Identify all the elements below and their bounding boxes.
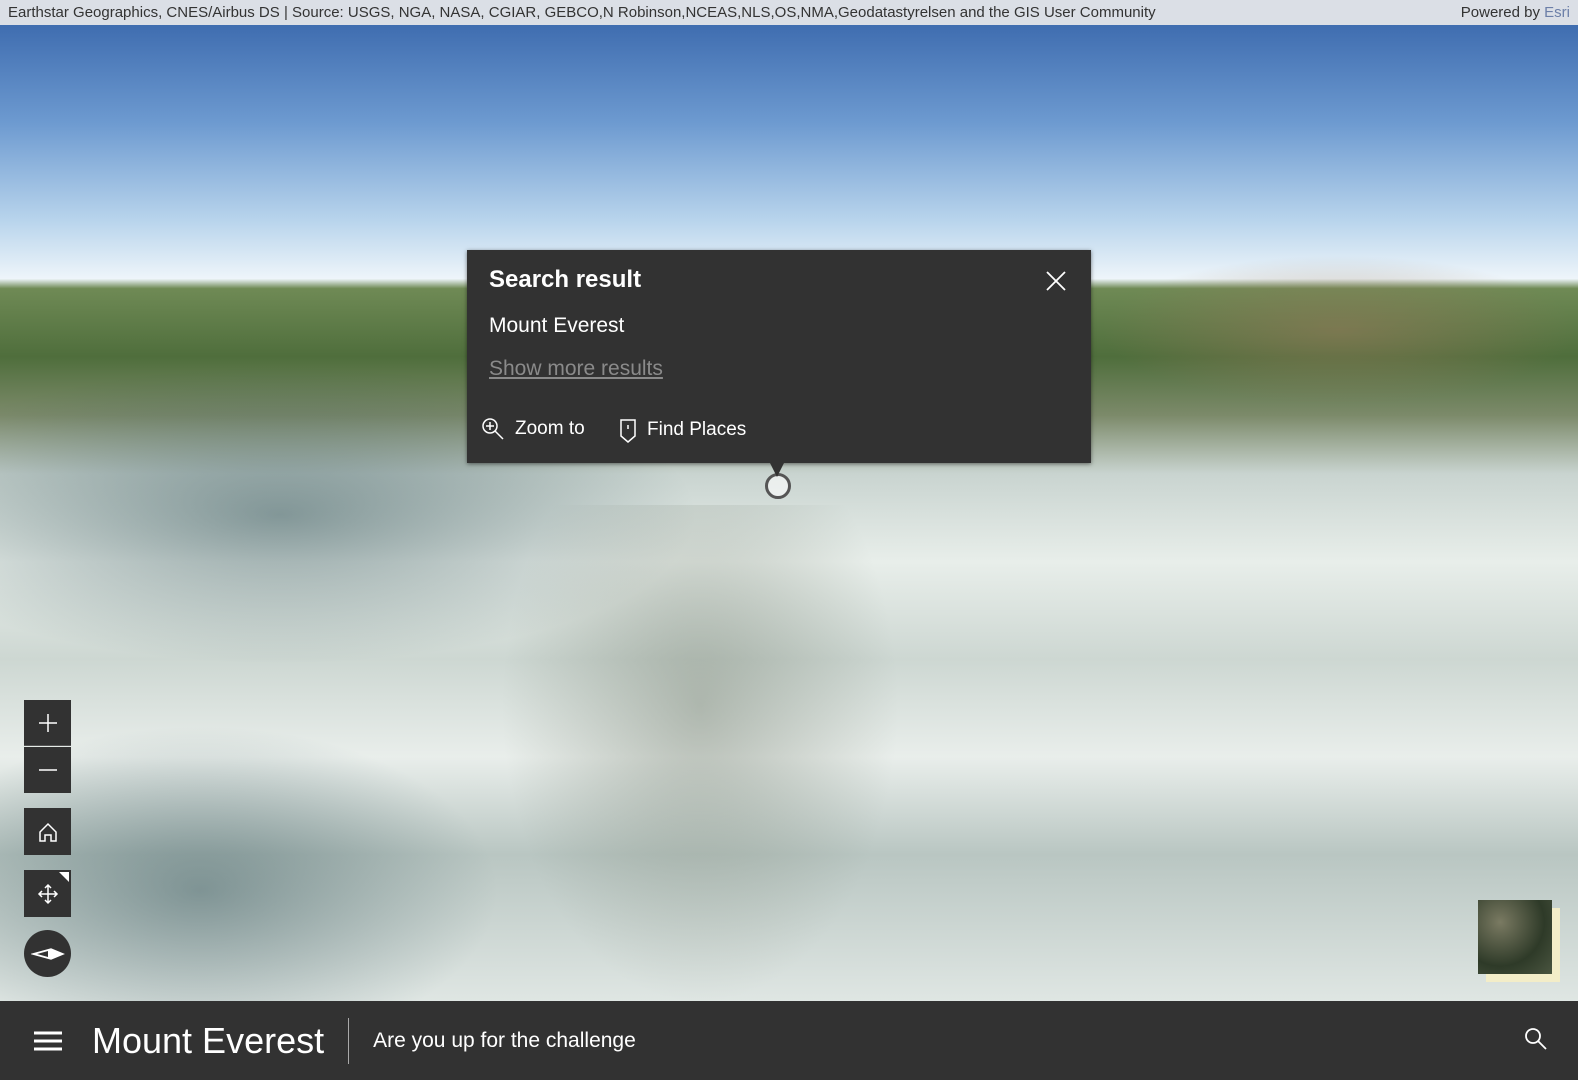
- plus-icon: [38, 713, 57, 732]
- compass-icon: [30, 947, 65, 960]
- compass-button[interactable]: [24, 930, 71, 977]
- search-icon[interactable]: [1524, 1027, 1548, 1051]
- home-button[interactable]: [24, 808, 71, 855]
- basemap-toggle[interactable]: [1478, 900, 1560, 982]
- zoom-in-button[interactable]: [24, 700, 71, 746]
- zoom-out-button[interactable]: [24, 747, 71, 793]
- 3d-map-view[interactable]: [0, 25, 1578, 1005]
- hamburger-menu-icon[interactable]: [34, 1030, 62, 1052]
- divider: [348, 1017, 350, 1064]
- popup-title: Search result: [489, 266, 642, 293]
- esri-link[interactable]: Esri: [1544, 4, 1570, 21]
- zoom-in-icon: [482, 418, 504, 440]
- minus-icon: [38, 769, 57, 771]
- show-more-results-link[interactable]: Show more results: [489, 357, 663, 381]
- powered-by[interactable]: Powered by Esri: [1461, 0, 1570, 25]
- pan-mode-button[interactable]: [24, 870, 71, 917]
- app-subtitle: Are you up for the challenge: [373, 1028, 636, 1052]
- attribution-bar: Earthstar Geographics, CNES/Airbus DS | …: [0, 0, 1578, 25]
- search-result-popup: Search result Mount Everest Show more re…: [467, 250, 1091, 477]
- result-name: Mount Everest: [489, 314, 625, 337]
- find-places-button[interactable]: Find Places: [619, 417, 746, 443]
- app-title: Mount Everest: [92, 1019, 325, 1061]
- close-icon[interactable]: [1045, 270, 1067, 292]
- map-pin-icon: [620, 419, 636, 443]
- zoom-to-button[interactable]: Zoom to: [481, 417, 585, 441]
- move-icon: [37, 883, 58, 904]
- home-icon: [38, 822, 57, 842]
- app-footer: Mount Everest Are you up for the challen…: [0, 1001, 1578, 1080]
- attribution-text: Earthstar Geographics, CNES/Airbus DS | …: [8, 4, 1156, 21]
